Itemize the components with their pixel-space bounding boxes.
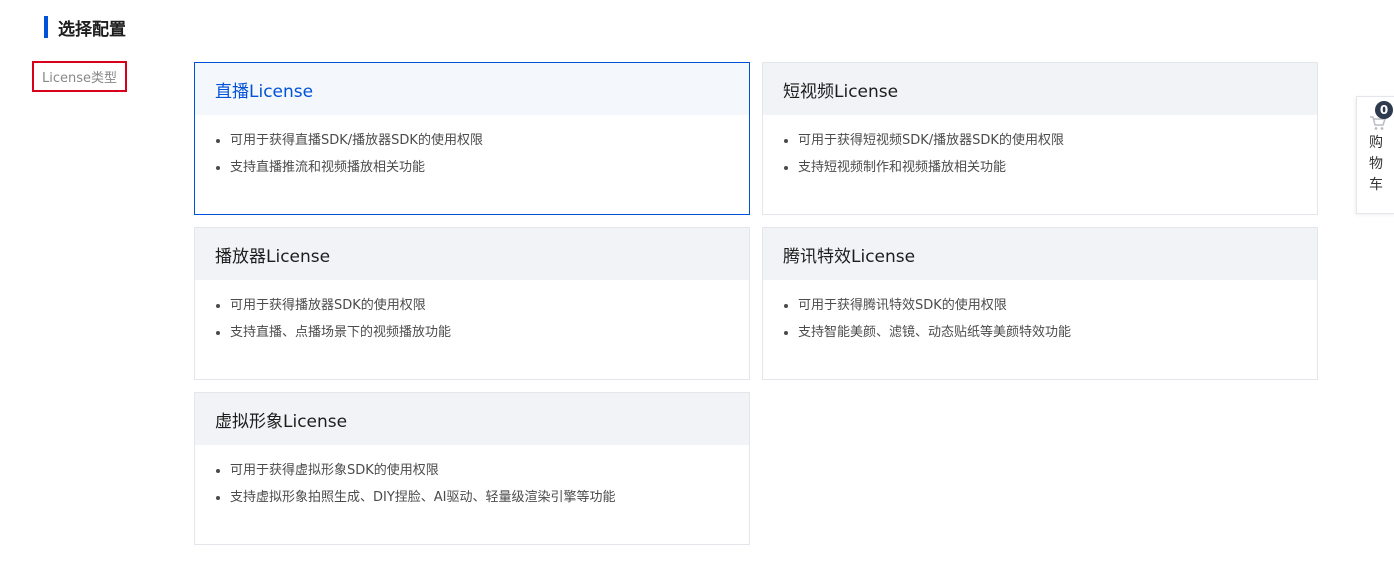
feature-item: 可用于获得播放器SDK的使用权限 [230,292,749,319]
feature-item: 支持直播推流和视频播放相关功能 [230,154,749,181]
cart-count-badge: 0 [1375,101,1393,119]
feature-item: 可用于获得直播SDK/播放器SDK的使用权限 [230,127,749,154]
card-title: 虚拟形象License [195,393,749,445]
card-title: 播放器License [195,228,749,280]
cart-label: 购物车 [1369,135,1383,193]
license-option-player[interactable]: 播放器License 可用于获得播放器SDK的使用权限 支持直播、点播场景下的视… [194,227,750,380]
feature-item: 可用于获得短视频SDK/播放器SDK的使用权限 [798,127,1317,154]
license-option-short-video[interactable]: 短视频License 可用于获得短视频SDK/播放器SDK的使用权限 支持短视频… [762,62,1318,215]
feature-list: 可用于获得虚拟形象SDK的使用权限 支持虚拟形象拍照生成、DIY捏脸、AI驱动、… [195,457,749,511]
feature-item: 可用于获得腾讯特效SDK的使用权限 [798,292,1317,319]
section-title-text: 选择配置 [58,19,126,40]
card-title: 直播License [195,63,749,115]
license-type-label: License类型 [32,61,127,92]
card-title: 短视频License [763,63,1317,115]
shopping-cart-button[interactable]: 0 购物车 [1356,96,1394,214]
feature-item: 支持虚拟形象拍照生成、DIY捏脸、AI驱动、轻量级渲染引擎等功能 [230,484,749,511]
section-title: 选择配置 [44,16,126,40]
feature-list: 可用于获得短视频SDK/播放器SDK的使用权限 支持短视频制作和视频播放相关功能 [763,127,1317,181]
feature-list: 可用于获得播放器SDK的使用权限 支持直播、点播场景下的视频播放功能 [195,292,749,346]
license-option-avatar[interactable]: 虚拟形象License 可用于获得虚拟形象SDK的使用权限 支持虚拟形象拍照生成… [194,392,750,545]
feature-item: 支持智能美颜、滤镜、动态贴纸等美颜特效功能 [798,319,1317,346]
license-option-live[interactable]: 直播License 可用于获得直播SDK/播放器SDK的使用权限 支持直播推流和… [194,62,750,215]
license-option-effects[interactable]: 腾讯特效License 可用于获得腾讯特效SDK的使用权限 支持智能美颜、滤镜、… [762,227,1318,380]
feature-list: 可用于获得腾讯特效SDK的使用权限 支持智能美颜、滤镜、动态贴纸等美颜特效功能 [763,292,1317,346]
card-title: 腾讯特效License [763,228,1317,280]
section-title-accent-bar [44,16,48,38]
feature-list: 可用于获得直播SDK/播放器SDK的使用权限 支持直播推流和视频播放相关功能 [195,127,749,181]
feature-item: 可用于获得虚拟形象SDK的使用权限 [230,457,749,484]
feature-item: 支持短视频制作和视频播放相关功能 [798,154,1317,181]
feature-item: 支持直播、点播场景下的视频播放功能 [230,319,749,346]
